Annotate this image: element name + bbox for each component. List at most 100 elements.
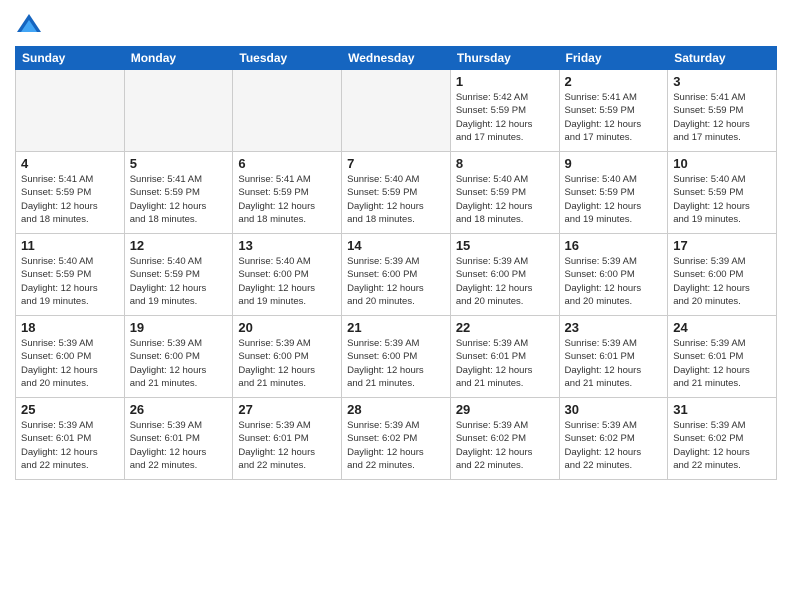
day-info: Sunrise: 5:39 AM Sunset: 6:01 PM Dayligh…	[238, 419, 336, 472]
calendar-cell: 9 Sunrise: 5:40 AM Sunset: 5:59 PM Daylig…	[559, 152, 668, 234]
day-number: 28	[347, 402, 445, 417]
day-number: 25	[21, 402, 119, 417]
calendar-table: SundayMondayTuesdayWednesdayThursdayFrid…	[15, 46, 777, 480]
calendar-cell: 30 Sunrise: 5:39 AM Sunset: 6:02 PM Dayli…	[559, 398, 668, 480]
calendar-cell	[342, 70, 451, 152]
calendar-cell: 26 Sunrise: 5:39 AM Sunset: 6:01 PM Dayli…	[124, 398, 233, 480]
day-number: 8	[456, 156, 554, 171]
day-number: 13	[238, 238, 336, 253]
day-info: Sunrise: 5:39 AM Sunset: 6:01 PM Dayligh…	[130, 419, 228, 472]
calendar-cell: 24 Sunrise: 5:39 AM Sunset: 6:01 PM Dayli…	[668, 316, 777, 398]
day-number: 31	[673, 402, 771, 417]
day-info: Sunrise: 5:39 AM Sunset: 6:01 PM Dayligh…	[565, 337, 663, 390]
day-info: Sunrise: 5:39 AM Sunset: 6:00 PM Dayligh…	[347, 255, 445, 308]
day-info: Sunrise: 5:39 AM Sunset: 6:00 PM Dayligh…	[238, 337, 336, 390]
day-info: Sunrise: 5:40 AM Sunset: 5:59 PM Dayligh…	[673, 173, 771, 226]
day-info: Sunrise: 5:39 AM Sunset: 6:00 PM Dayligh…	[130, 337, 228, 390]
day-number: 19	[130, 320, 228, 335]
day-number: 30	[565, 402, 663, 417]
calendar-cell: 28 Sunrise: 5:39 AM Sunset: 6:02 PM Dayli…	[342, 398, 451, 480]
day-number: 12	[130, 238, 228, 253]
calendar-cell: 2Sunrise: 5:41 AM Sunset: 5:59 PM Daylig…	[559, 70, 668, 152]
calendar-cell: 19 Sunrise: 5:39 AM Sunset: 6:00 PM Dayli…	[124, 316, 233, 398]
logo	[15, 10, 47, 38]
day-info: Sunrise: 5:40 AM Sunset: 6:00 PM Dayligh…	[238, 255, 336, 308]
calendar-cell: 25Sunrise: 5:39 AM Sunset: 6:01 PM Dayli…	[16, 398, 125, 480]
day-number: 2	[565, 74, 663, 89]
day-info: Sunrise: 5:39 AM Sunset: 6:00 PM Dayligh…	[565, 255, 663, 308]
day-number: 21	[347, 320, 445, 335]
calendar-cell: 14 Sunrise: 5:39 AM Sunset: 6:00 PM Dayli…	[342, 234, 451, 316]
calendar-cell: 20 Sunrise: 5:39 AM Sunset: 6:00 PM Dayli…	[233, 316, 342, 398]
calendar-week-1: 1 Sunrise: 5:42 AM Sunset: 5:59 PM Daylig…	[16, 70, 777, 152]
calendar-cell: 16 Sunrise: 5:39 AM Sunset: 6:00 PM Dayli…	[559, 234, 668, 316]
calendar-header-row: SundayMondayTuesdayWednesdayThursdayFrid…	[16, 47, 777, 70]
calendar-cell: 3 Sunrise: 5:41 AM Sunset: 5:59 PM Daylig…	[668, 70, 777, 152]
day-number: 26	[130, 402, 228, 417]
calendar-cell: 5 Sunrise: 5:41 AM Sunset: 5:59 PM Daylig…	[124, 152, 233, 234]
day-info: Sunrise: 5:39 AM Sunset: 6:00 PM Dayligh…	[21, 337, 119, 390]
calendar-cell: 27 Sunrise: 5:39 AM Sunset: 6:01 PM Dayli…	[233, 398, 342, 480]
calendar-cell: 11Sunrise: 5:40 AM Sunset: 5:59 PM Dayli…	[16, 234, 125, 316]
day-number: 4	[21, 156, 119, 171]
calendar-cell: 1 Sunrise: 5:42 AM Sunset: 5:59 PM Daylig…	[450, 70, 559, 152]
day-info: Sunrise: 5:39 AM Sunset: 6:02 PM Dayligh…	[565, 419, 663, 472]
logo-icon	[15, 10, 43, 38]
page: SundayMondayTuesdayWednesdayThursdayFrid…	[0, 0, 792, 612]
calendar-cell: 31Sunrise: 5:39 AM Sunset: 6:02 PM Dayli…	[668, 398, 777, 480]
calendar-cell: 12Sunrise: 5:40 AM Sunset: 5:59 PM Dayli…	[124, 234, 233, 316]
day-info: Sunrise: 5:40 AM Sunset: 5:59 PM Dayligh…	[456, 173, 554, 226]
calendar-cell: 13 Sunrise: 5:40 AM Sunset: 6:00 PM Dayli…	[233, 234, 342, 316]
day-info: Sunrise: 5:42 AM Sunset: 5:59 PM Dayligh…	[456, 91, 554, 144]
day-number: 9	[565, 156, 663, 171]
day-info: Sunrise: 5:39 AM Sunset: 6:02 PM Dayligh…	[456, 419, 554, 472]
day-info: Sunrise: 5:41 AM Sunset: 5:59 PM Dayligh…	[21, 173, 119, 226]
day-info: Sunrise: 5:39 AM Sunset: 6:00 PM Dayligh…	[347, 337, 445, 390]
day-number: 20	[238, 320, 336, 335]
day-number: 7	[347, 156, 445, 171]
day-info: Sunrise: 5:41 AM Sunset: 5:59 PM Dayligh…	[238, 173, 336, 226]
day-number: 15	[456, 238, 554, 253]
calendar-cell: 23 Sunrise: 5:39 AM Sunset: 6:01 PM Dayli…	[559, 316, 668, 398]
calendar-cell: 21 Sunrise: 5:39 AM Sunset: 6:00 PM Dayli…	[342, 316, 451, 398]
calendar-week-4: 18 Sunrise: 5:39 AM Sunset: 6:00 PM Dayli…	[16, 316, 777, 398]
day-info: Sunrise: 5:41 AM Sunset: 5:59 PM Dayligh…	[130, 173, 228, 226]
calendar-cell	[233, 70, 342, 152]
day-number: 22	[456, 320, 554, 335]
day-number: 27	[238, 402, 336, 417]
calendar-cell: 17 Sunrise: 5:39 AM Sunset: 6:00 PM Dayli…	[668, 234, 777, 316]
col-header-thursday: Thursday	[450, 47, 559, 70]
day-number: 23	[565, 320, 663, 335]
day-number: 5	[130, 156, 228, 171]
day-number: 14	[347, 238, 445, 253]
day-number: 16	[565, 238, 663, 253]
day-info: Sunrise: 5:40 AM Sunset: 5:59 PM Dayligh…	[21, 255, 119, 308]
day-info: Sunrise: 5:39 AM Sunset: 6:00 PM Dayligh…	[673, 255, 771, 308]
calendar-cell: 22Sunrise: 5:39 AM Sunset: 6:01 PM Dayli…	[450, 316, 559, 398]
day-info: Sunrise: 5:40 AM Sunset: 5:59 PM Dayligh…	[565, 173, 663, 226]
calendar-week-5: 25 Sunrise: 5:39 AM Sunset: 6:01 PM Dayli…	[16, 398, 777, 480]
day-number: 17	[673, 238, 771, 253]
day-info: Sunrise: 5:39 AM Sunset: 6:02 PM Dayligh…	[347, 419, 445, 472]
calendar-cell	[16, 70, 125, 152]
col-header-sunday: Sunday	[16, 47, 125, 70]
day-info: Sunrise: 5:39 AM Sunset: 6:01 PM Dayligh…	[673, 337, 771, 390]
day-number: 1	[456, 74, 554, 89]
day-number: 18	[21, 320, 119, 335]
calendar-cell: 18 Sunrise: 5:39 AM Sunset: 6:00 PM Dayli…	[16, 316, 125, 398]
day-number: 10	[673, 156, 771, 171]
col-header-monday: Monday	[124, 47, 233, 70]
day-info: Sunrise: 5:39 AM Sunset: 6:00 PM Dayligh…	[456, 255, 554, 308]
calendar-cell: 15 Sunrise: 5:39 AM Sunset: 6:00 PM Dayli…	[450, 234, 559, 316]
calendar-cell: 4 Sunrise: 5:41 AM Sunset: 5:59 PM Daylig…	[16, 152, 125, 234]
day-info: Sunrise: 5:41 AM Sunset: 5:59 PM Dayligh…	[673, 91, 771, 144]
col-header-wednesday: Wednesday	[342, 47, 451, 70]
calendar-cell	[124, 70, 233, 152]
col-header-saturday: Saturday	[668, 47, 777, 70]
day-number: 24	[673, 320, 771, 335]
day-number: 3	[673, 74, 771, 89]
col-header-friday: Friday	[559, 47, 668, 70]
calendar-cell: 6Sunrise: 5:41 AM Sunset: 5:59 PM Daylig…	[233, 152, 342, 234]
day-info: Sunrise: 5:40 AM Sunset: 5:59 PM Dayligh…	[347, 173, 445, 226]
calendar-week-3: 11Sunrise: 5:40 AM Sunset: 5:59 PM Dayli…	[16, 234, 777, 316]
